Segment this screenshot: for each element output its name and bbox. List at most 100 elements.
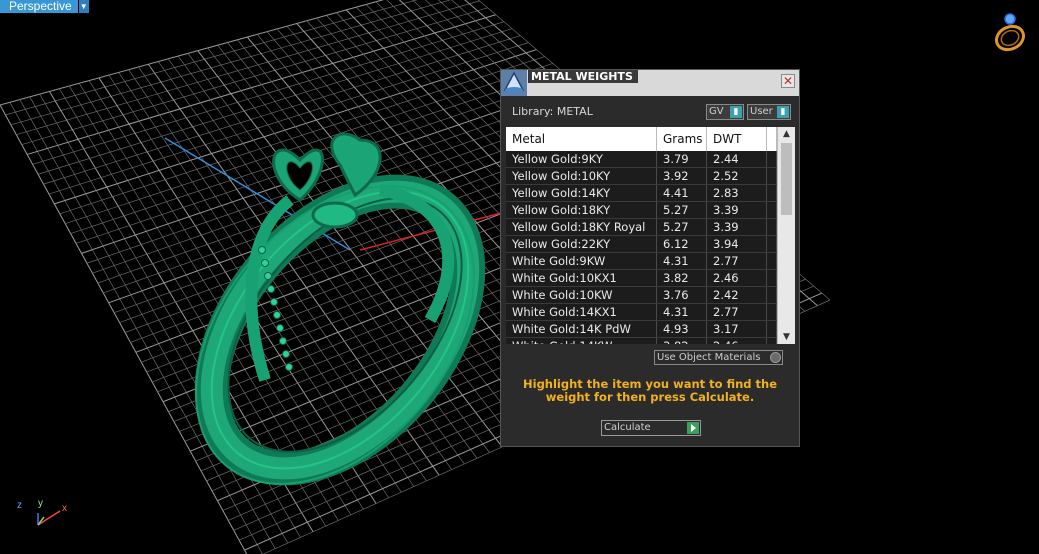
viewport-label-text[interactable]: Perspective — [0, 0, 78, 13]
cell-grams: 3.79 — [657, 151, 707, 167]
cell-grams: 3.92 — [657, 168, 707, 184]
ring-bead — [282, 350, 290, 358]
cell-grams: 4.41 — [657, 185, 707, 201]
ring-bead — [276, 324, 284, 332]
cell-grams: 3.82 — [657, 270, 707, 286]
cell-metal: Yellow Gold:18KY — [506, 202, 657, 218]
dialog-title: METAL WEIGHTS — [530, 70, 637, 83]
cell-metal: White Gold:14KW — [506, 338, 657, 344]
library-label: Library: METAL — [512, 105, 593, 118]
ring-bead — [267, 285, 275, 293]
cell-dwt: 3.17 — [707, 321, 767, 337]
cell-extra — [767, 338, 777, 344]
use-object-materials-label: Use Object Materials — [657, 352, 761, 363]
cell-dwt: 2.77 — [707, 304, 767, 320]
user-toggle[interactable]: User ▮ — [747, 104, 791, 120]
cell-grams: 6.12 — [657, 236, 707, 252]
ring-bead — [270, 298, 278, 306]
ring-bead — [261, 259, 269, 267]
cell-dwt: 2.83 — [707, 185, 767, 201]
table-row[interactable]: White Gold:10KX1 3.82 2.46 — [506, 270, 777, 287]
dialog-titlebar[interactable]: METAL WEIGHTS ✕ — [501, 70, 799, 96]
header-dwt[interactable]: DWT — [707, 127, 767, 151]
cell-extra — [767, 253, 777, 269]
axis-y-label: y — [38, 498, 43, 509]
table-row[interactable]: White Gold:14KX1 4.31 2.77 — [506, 304, 777, 321]
scroll-up-icon[interactable]: ▲ — [778, 127, 795, 141]
table-row[interactable]: White Gold:14KW3.822.46 — [506, 338, 777, 344]
table-row[interactable]: Yellow Gold:10KY 3.92 2.52 — [506, 168, 777, 185]
header-extra — [767, 127, 777, 151]
gv-toggle-label: GV — [709, 106, 724, 117]
cell-grams: 3.76 — [657, 287, 707, 303]
cell-metal: Yellow Gold:10KY — [506, 168, 657, 184]
cell-metal: Yellow Gold:22KY — [506, 236, 657, 252]
radio-icon — [770, 352, 781, 363]
axis-z-label: z — [17, 500, 22, 511]
cell-dwt: 2.77 — [707, 253, 767, 269]
cell-extra — [767, 304, 777, 320]
metal-weights-dialog: METAL WEIGHTS ✕ Library: METAL GV ▮ User… — [500, 69, 800, 447]
gv-toggle[interactable]: GV ▮ — [706, 104, 744, 120]
table-row[interactable]: Yellow Gold:18KY Royal 5.27 3.39 — [506, 219, 777, 236]
metal-table[interactable]: Metal Grams DWT Yellow Gold:9KY 3.79 2.44 Y… — [506, 127, 795, 344]
viewport-dropdown-icon[interactable]: ▼ — [78, 0, 89, 13]
cell-metal: White Gold:10KX1 — [506, 270, 657, 286]
use-object-materials-toggle[interactable]: Use Object Materials — [654, 350, 783, 365]
instruction-text: Highlight the item you want to find the … — [523, 377, 777, 404]
cell-metal: White Gold:14KX1 — [506, 304, 657, 320]
cell-dwt: 2.44 — [707, 151, 767, 167]
calculate-button[interactable]: Calculate — [601, 420, 701, 436]
table-row[interactable]: Yellow Gold:18KY 5.27 3.39 — [506, 202, 777, 219]
table-rows: Yellow Gold:9KY 3.79 2.44 Yellow Gold:10KY 3… — [506, 151, 777, 344]
cell-dwt: 3.39 — [707, 202, 767, 218]
cell-dwt: 2.46 — [707, 270, 767, 286]
header-metal[interactable]: Metal — [506, 127, 657, 151]
cell-dwt: 2.46 — [707, 338, 767, 344]
scroll-down-icon[interactable]: ▼ — [778, 330, 795, 344]
table-row[interactable]: Yellow Gold:9KY 3.79 2.44 — [506, 151, 777, 168]
cell-metal: Yellow Gold:9KY — [506, 151, 657, 167]
cell-grams: 5.27 — [657, 219, 707, 235]
table-header: Metal Grams DWT — [506, 127, 777, 151]
user-toggle-icon: ▮ — [777, 106, 789, 118]
table-row[interactable]: White Gold:14K PdW 4.93 3.17 — [506, 321, 777, 338]
cell-dwt: 3.39 — [707, 219, 767, 235]
table-row[interactable]: Yellow Gold:14KY 4.41 2.83 — [506, 185, 777, 202]
cell-extra — [767, 219, 777, 235]
cell-metal: Yellow Gold:14KY — [506, 185, 657, 201]
scroll-thumb[interactable] — [781, 143, 792, 215]
ring-bead — [285, 363, 293, 371]
table-row[interactable]: White Gold:9KW 4.31 2.77 — [506, 253, 777, 270]
cell-extra — [767, 185, 777, 201]
viewport-label[interactable]: Perspective ▼ — [0, 0, 89, 14]
ring-model[interactable] — [140, 132, 530, 537]
cell-dwt: 2.42 — [707, 287, 767, 303]
table-row[interactable]: Yellow Gold:22KY 6.12 3.94 — [506, 236, 777, 253]
table-scrollbar[interactable]: ▲ ▼ — [777, 127, 795, 344]
user-toggle-label: User — [750, 106, 773, 117]
cell-extra — [767, 270, 777, 286]
cell-dwt: 3.94 — [707, 236, 767, 252]
cell-extra — [767, 202, 777, 218]
cell-extra — [767, 168, 777, 184]
cell-metal: White Gold:14K PdW — [506, 321, 657, 337]
header-grams[interactable]: Grams — [657, 127, 707, 151]
axis-x-label: x — [62, 503, 67, 514]
ring-bead — [264, 272, 272, 280]
close-icon[interactable]: ✕ — [781, 74, 795, 88]
cell-grams: 4.93 — [657, 321, 707, 337]
cell-extra — [767, 321, 777, 337]
cell-grams: 4.31 — [657, 304, 707, 320]
cell-extra — [767, 151, 777, 167]
play-icon — [687, 422, 699, 434]
ring-icon[interactable] — [990, 10, 1030, 54]
cell-extra — [767, 236, 777, 252]
cell-metal: White Gold:10KW — [506, 287, 657, 303]
ring-bead — [279, 337, 287, 345]
cell-dwt: 2.52 — [707, 168, 767, 184]
cell-metal: Yellow Gold:18KY Royal — [506, 219, 657, 235]
cell-grams: 5.27 — [657, 202, 707, 218]
dialog-logo-icon — [501, 70, 527, 96]
table-row[interactable]: White Gold:10KW 3.76 2.42 — [506, 287, 777, 304]
